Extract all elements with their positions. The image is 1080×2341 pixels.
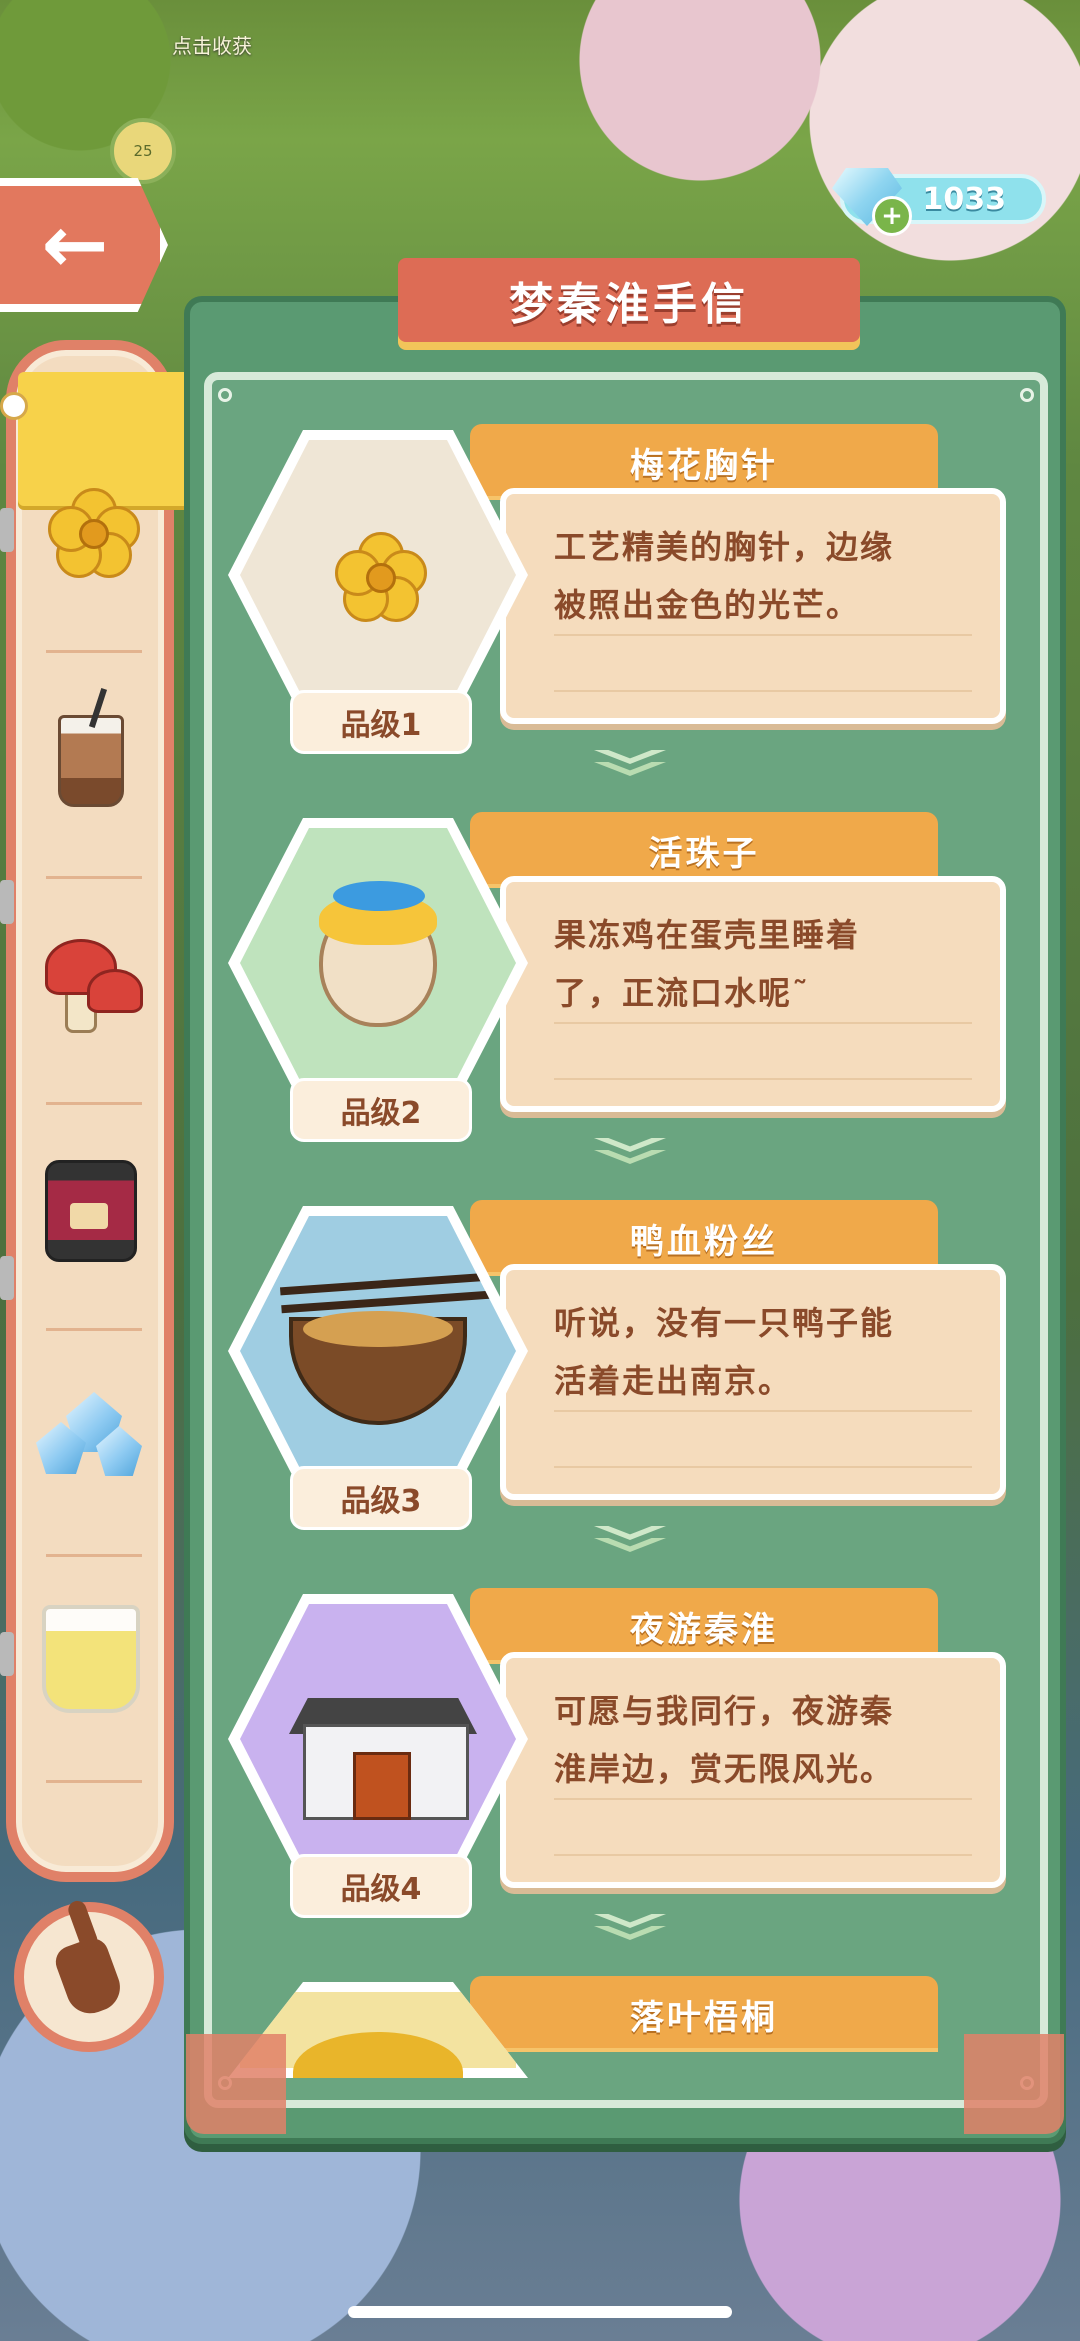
card-description: 果冻鸡在蛋壳里睡着 了，正流口水呢˜ bbox=[554, 906, 974, 1022]
card-description: 可愿与我同行，夜游秦 淮岸边，赏无限风光。 bbox=[554, 1682, 974, 1798]
card-description-box: 果冻鸡在蛋壳里睡着 了，正流口水呢˜ bbox=[500, 876, 1006, 1112]
panel-title: 梦秦淮手信 bbox=[398, 258, 860, 342]
crystal-cluster-icon bbox=[36, 1392, 146, 1478]
card-ruled-line bbox=[554, 1854, 972, 1856]
chevron-down-icon bbox=[594, 1526, 666, 1554]
sidebar-divider bbox=[46, 1554, 142, 1557]
sidebar-item-cooker[interactable] bbox=[16, 1136, 166, 1286]
card-description-box: 工艺精美的胸针，边缘 被照出金色的光芒。 bbox=[500, 488, 1006, 724]
plum-blossom-brooch-icon bbox=[48, 488, 140, 578]
sidebar-item-mushroom[interactable] bbox=[16, 910, 166, 1060]
arrow-left-icon: ← bbox=[41, 198, 109, 291]
card-description-box: 可愿与我同行，夜游秦 淮岸边，赏无限风光。 bbox=[500, 1652, 1006, 1888]
grade-badge: 品级4 bbox=[290, 1854, 472, 1918]
sidebar-active-marker bbox=[0, 392, 28, 420]
plum-blossom-brooch-icon bbox=[335, 532, 427, 622]
home-indicator[interactable] bbox=[348, 2306, 732, 2318]
sleeping-chick-egg-icon bbox=[319, 881, 437, 1027]
red-mushroom-icon bbox=[41, 935, 143, 1035]
iced-coffee-icon bbox=[58, 715, 124, 807]
add-gems-button[interactable]: + bbox=[872, 196, 912, 236]
sidebar-clip bbox=[0, 1632, 14, 1676]
panel-corner-decoration bbox=[186, 2034, 286, 2134]
chevron-down-icon bbox=[594, 1914, 666, 1942]
sidebar-divider bbox=[46, 650, 142, 653]
card-desc-line: 了，正流口水呢˜ bbox=[554, 974, 811, 1012]
item-portrait bbox=[240, 1216, 516, 1486]
sidebar-item-crystal[interactable] bbox=[16, 1360, 166, 1510]
sidebar-divider bbox=[46, 1780, 142, 1783]
sidebar-item-brooch[interactable] bbox=[16, 456, 166, 606]
duck-blood-noodle-bowl-icon bbox=[289, 1311, 467, 1425]
card-description: 工艺精美的胸针，边缘 被照出金色的光芒。 bbox=[554, 518, 974, 634]
card-desc-line: 可愿与我同行，夜游秦 bbox=[554, 1692, 895, 1730]
sidebar-divider bbox=[46, 876, 142, 879]
sidebar-clip bbox=[0, 508, 14, 552]
card-ruled-line bbox=[554, 1798, 972, 1800]
tea-cup-icon bbox=[42, 1605, 140, 1713]
card-desc-line: 果冻鸡在蛋壳里睡着 bbox=[554, 916, 861, 954]
item-portrait bbox=[240, 440, 516, 710]
sidebar-item-tea[interactable] bbox=[16, 1584, 166, 1734]
panel-rivet bbox=[218, 388, 232, 402]
card-ruled-line bbox=[554, 634, 972, 636]
panel-corner-decoration bbox=[964, 2034, 1064, 2134]
grade-badge: 品级1 bbox=[290, 690, 472, 754]
card-ruled-line bbox=[554, 1022, 972, 1024]
chevron-down-icon bbox=[594, 1138, 666, 1166]
card-title: 落叶梧桐 bbox=[470, 1976, 938, 2052]
card-desc-line: 听说，没有一只鸭子能 bbox=[554, 1304, 895, 1342]
card-description: 听说，没有一只鸭子能 活着走出南京。 bbox=[554, 1294, 974, 1410]
grade-badge: 品级3 bbox=[290, 1466, 472, 1530]
card-ruled-line bbox=[554, 1078, 972, 1080]
qinhuai-house-icon bbox=[283, 1664, 477, 1820]
gem-count: 1033 bbox=[922, 181, 1007, 217]
card-ruled-line bbox=[554, 1466, 972, 1468]
pointing-hand-icon bbox=[51, 1933, 127, 2021]
card-desc-line: 活着走出南京。 bbox=[554, 1362, 793, 1400]
grade-badge: 品级2 bbox=[290, 1078, 472, 1142]
item-portrait bbox=[240, 1604, 516, 1874]
interact-hand-button[interactable] bbox=[14, 1902, 164, 2052]
sidebar-divider bbox=[46, 1328, 142, 1331]
pressure-cooker-icon bbox=[45, 1160, 137, 1262]
sidebar-item-coffee[interactable] bbox=[16, 686, 166, 836]
card-ruled-line bbox=[554, 690, 972, 692]
card-desc-line: 被照出金色的光芒。 bbox=[554, 586, 861, 624]
level-badge[interactable]: 25 bbox=[110, 118, 176, 184]
panel-rivet bbox=[1020, 388, 1034, 402]
sidebar-clip bbox=[0, 880, 14, 924]
sidebar-divider bbox=[46, 1102, 142, 1105]
sidebar-clip bbox=[0, 1256, 14, 1300]
card-desc-line: 淮岸边，赏无限风光。 bbox=[554, 1750, 895, 1788]
harvest-hint-label: 点击收获 bbox=[172, 34, 252, 58]
card-ruled-line bbox=[554, 1410, 972, 1412]
card-desc-line: 工艺精美的胸针，边缘 bbox=[554, 528, 895, 566]
back-button[interactable]: ← bbox=[0, 178, 168, 312]
item-portrait bbox=[240, 828, 516, 1098]
chopsticks-icon bbox=[279, 1272, 491, 1296]
chevron-down-icon bbox=[594, 750, 666, 778]
card-description-box: 听说，没有一只鸭子能 活着走出南京。 bbox=[500, 1264, 1006, 1500]
